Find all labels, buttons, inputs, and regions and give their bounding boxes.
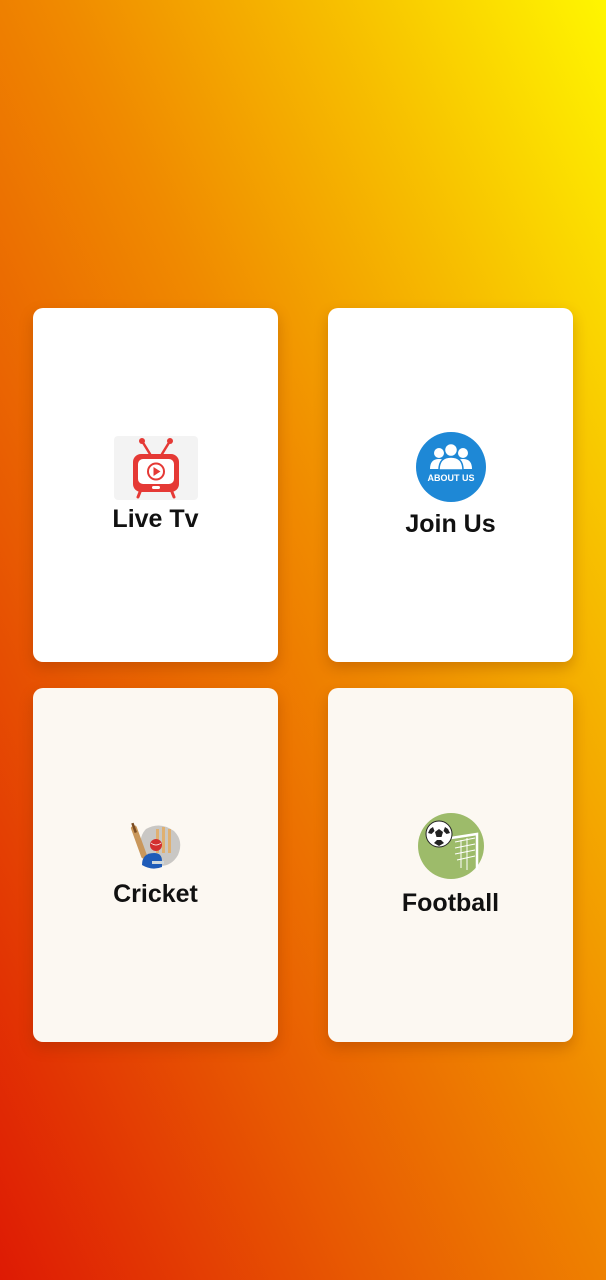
about-us-icon: ABOUT US	[415, 431, 487, 503]
join-us-card[interactable]: ABOUT US Join Us	[328, 308, 573, 662]
join-us-label: Join Us	[405, 510, 496, 539]
about-us-icon-text: ABOUT US	[427, 473, 474, 483]
cricket-card[interactable]: Cricket	[33, 688, 278, 1042]
live-tv-card[interactable]: Live Tv	[33, 308, 278, 662]
cricket-label: Cricket	[113, 880, 198, 909]
football-card[interactable]: Football	[328, 688, 573, 1042]
tv-play-icon	[113, 436, 198, 501]
live-tv-label: Live Tv	[112, 505, 199, 534]
football-label: Football	[401, 889, 500, 918]
football-icon	[417, 812, 485, 880]
cricket-icon	[126, 821, 186, 877]
